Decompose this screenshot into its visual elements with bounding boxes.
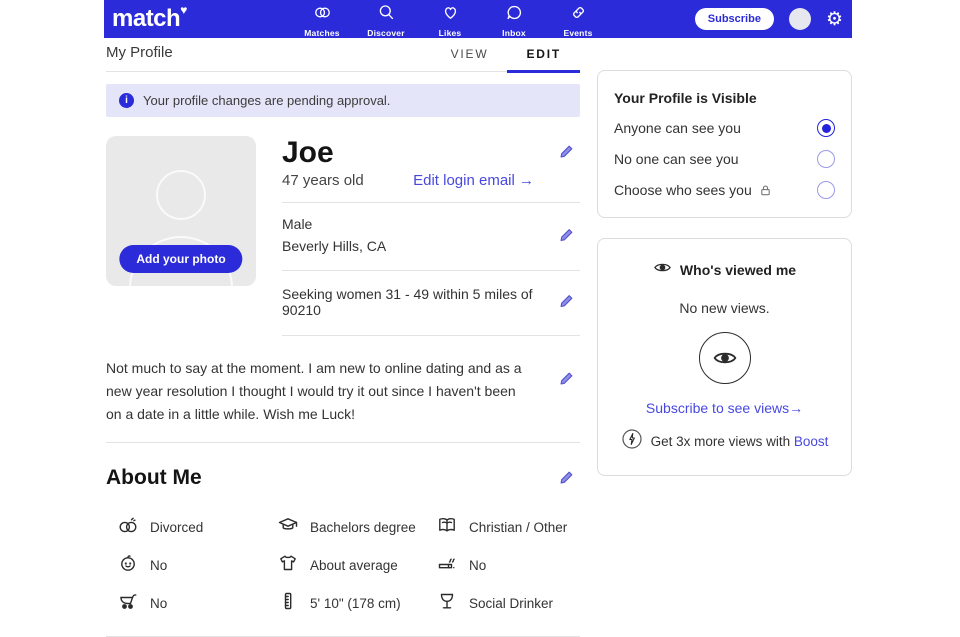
edit-seeking-pencil-icon[interactable] <box>558 294 574 313</box>
user-avatar[interactable] <box>789 8 811 30</box>
about-item-drinking: Social Drinker <box>437 591 580 616</box>
lock-icon <box>759 184 772 197</box>
about-me-title: About Me <box>106 466 534 490</box>
baby-icon <box>118 553 138 578</box>
radio-no-one[interactable] <box>817 150 835 168</box>
logo-heart-icon: ♥ <box>180 3 187 17</box>
edit-gender-location-pencil-icon[interactable] <box>558 227 574 246</box>
views-status: No new views. <box>614 300 835 316</box>
profile-tabs: VIEW EDIT <box>432 47 580 71</box>
boost-bolt-icon <box>621 428 643 455</box>
seeking-block: Seeking women 31 - 49 within 5 miles of … <box>282 271 580 336</box>
profile-summary-section: Add your photo Joe 47 years old Edit log… <box>106 136 580 336</box>
about-item-height: 5' 10" (178 cm) <box>278 591 437 616</box>
nav-item-events[interactable]: Events <box>553 3 603 38</box>
eye-circle-icon <box>699 332 751 384</box>
profile-location: Beverly Hills, CA <box>282 236 534 258</box>
boost-row: Get 3x more views with Boost <box>614 428 835 455</box>
silhouette-head <box>156 170 206 220</box>
profile-name: Joe <box>282 136 534 169</box>
about-me-header: About Me <box>106 466 580 490</box>
cigarette-icon <box>437 553 457 578</box>
visibility-title: Your Profile is Visible <box>614 90 835 106</box>
visibility-option-anyone[interactable]: Anyone can see you <box>614 119 835 137</box>
banner-message: Your profile changes are pending approva… <box>143 93 390 108</box>
ruler-icon <box>278 591 298 616</box>
page-title: My Profile <box>106 44 173 71</box>
radio-anyone-selected[interactable] <box>817 119 835 137</box>
pending-approval-banner: i Your profile changes are pending appro… <box>106 84 580 117</box>
graduation-cap-icon <box>278 515 298 540</box>
eye-icon <box>653 258 672 282</box>
whos-viewed-me-card: Who's viewed me No new views. Subscribe … <box>597 238 852 476</box>
tab-edit[interactable]: EDIT <box>507 47 580 71</box>
match-logo[interactable]: match♥ <box>112 7 187 31</box>
gender-location-block: Male Beverly Hills, CA <box>282 203 580 271</box>
about-item-religion: Christian / Other <box>437 515 580 540</box>
nav-item-matches[interactable]: Matches <box>297 3 347 38</box>
stroller-icon <box>118 591 138 616</box>
about-item-marital-status: Divorced <box>118 515 278 540</box>
add-photo-button[interactable]: Add your photo <box>119 245 242 273</box>
about-item-education: Bachelors degree <box>278 515 437 540</box>
rings-icon <box>118 515 138 540</box>
search-icon <box>377 3 396 27</box>
wine-glass-icon <box>437 591 457 616</box>
info-icon: i <box>119 93 134 108</box>
about-me-grid: Divorced Bachelors degree Christian / Ot… <box>106 515 580 616</box>
profile-seeking: Seeking women 31 - 49 within 5 miles of … <box>282 286 533 318</box>
settings-gear-icon[interactable]: ⚙ <box>826 10 843 29</box>
subscribe-to-see-views-link[interactable]: Subscribe to see views→ <box>646 400 803 416</box>
bio-text: Not much to say at the moment. I am new … <box>106 357 534 425</box>
edit-login-email-link[interactable]: Edit login email → <box>413 172 534 189</box>
topbar-right-cluster: Subscribe ⚙ <box>695 0 843 38</box>
profile-gender: Male <box>282 214 534 236</box>
matches-icon <box>313 3 332 27</box>
visibility-option-no-one[interactable]: No one can see you <box>614 150 835 168</box>
boost-link[interactable]: Boost <box>794 434 829 449</box>
nav-item-discover[interactable]: Discover <box>361 3 411 38</box>
visibility-option-choose[interactable]: Choose who sees you <box>614 181 835 199</box>
profile-age: 47 years old <box>282 172 364 189</box>
views-header: Who's viewed me <box>653 258 796 282</box>
about-item-has-kids: No <box>118 553 278 578</box>
tab-view[interactable]: VIEW <box>432 47 508 71</box>
bio-section: Not much to say at the moment. I am new … <box>106 357 580 425</box>
open-book-icon <box>437 515 457 540</box>
primary-nav: Matches Discover Likes Inbox Events <box>297 3 617 38</box>
about-item-smoking: No <box>437 553 580 578</box>
profile-photo-placeholder: Add your photo <box>106 136 256 286</box>
chat-bubble-icon <box>505 3 524 27</box>
about-item-body-type: About average <box>278 553 437 578</box>
right-sidebar: Your Profile is Visible Anyone can see y… <box>597 38 852 476</box>
nav-item-inbox[interactable]: Inbox <box>489 3 539 38</box>
top-navigation-bar: match♥ Matches Discover Likes Inbox Even… <box>104 0 852 38</box>
main-column: My Profile VIEW EDIT i Your profile chan… <box>106 38 580 637</box>
ticket-icon <box>569 3 588 27</box>
edit-about-me-pencil-icon[interactable] <box>558 470 574 489</box>
about-item-wants-kids: No <box>118 591 278 616</box>
edit-name-pencil-icon[interactable] <box>558 144 574 163</box>
heart-icon <box>441 3 460 27</box>
visibility-card: Your Profile is Visible Anyone can see y… <box>597 70 852 218</box>
edit-bio-pencil-icon[interactable] <box>558 371 574 390</box>
tshirt-icon <box>278 553 298 578</box>
nav-item-likes[interactable]: Likes <box>425 3 475 38</box>
radio-choose[interactable] <box>817 181 835 199</box>
subscribe-button[interactable]: Subscribe <box>695 8 774 30</box>
page-header: My Profile VIEW EDIT <box>106 38 580 72</box>
name-block: Joe 47 years old Edit login email → <box>282 136 580 203</box>
section-divider <box>106 442 580 443</box>
